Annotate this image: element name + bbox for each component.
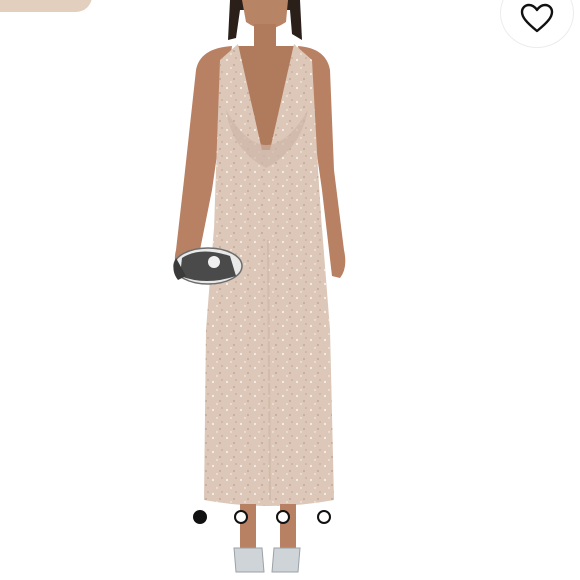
- carousel-dots: [0, 510, 580, 526]
- product-image[interactable]: [0, 0, 580, 580]
- carousel-dot-3[interactable]: [276, 510, 290, 524]
- carousel-dot-1[interactable]: [193, 510, 207, 524]
- carousel-dot-2[interactable]: [234, 510, 248, 524]
- heart-outline-icon: [520, 3, 554, 33]
- carousel-dot-4[interactable]: [317, 510, 331, 524]
